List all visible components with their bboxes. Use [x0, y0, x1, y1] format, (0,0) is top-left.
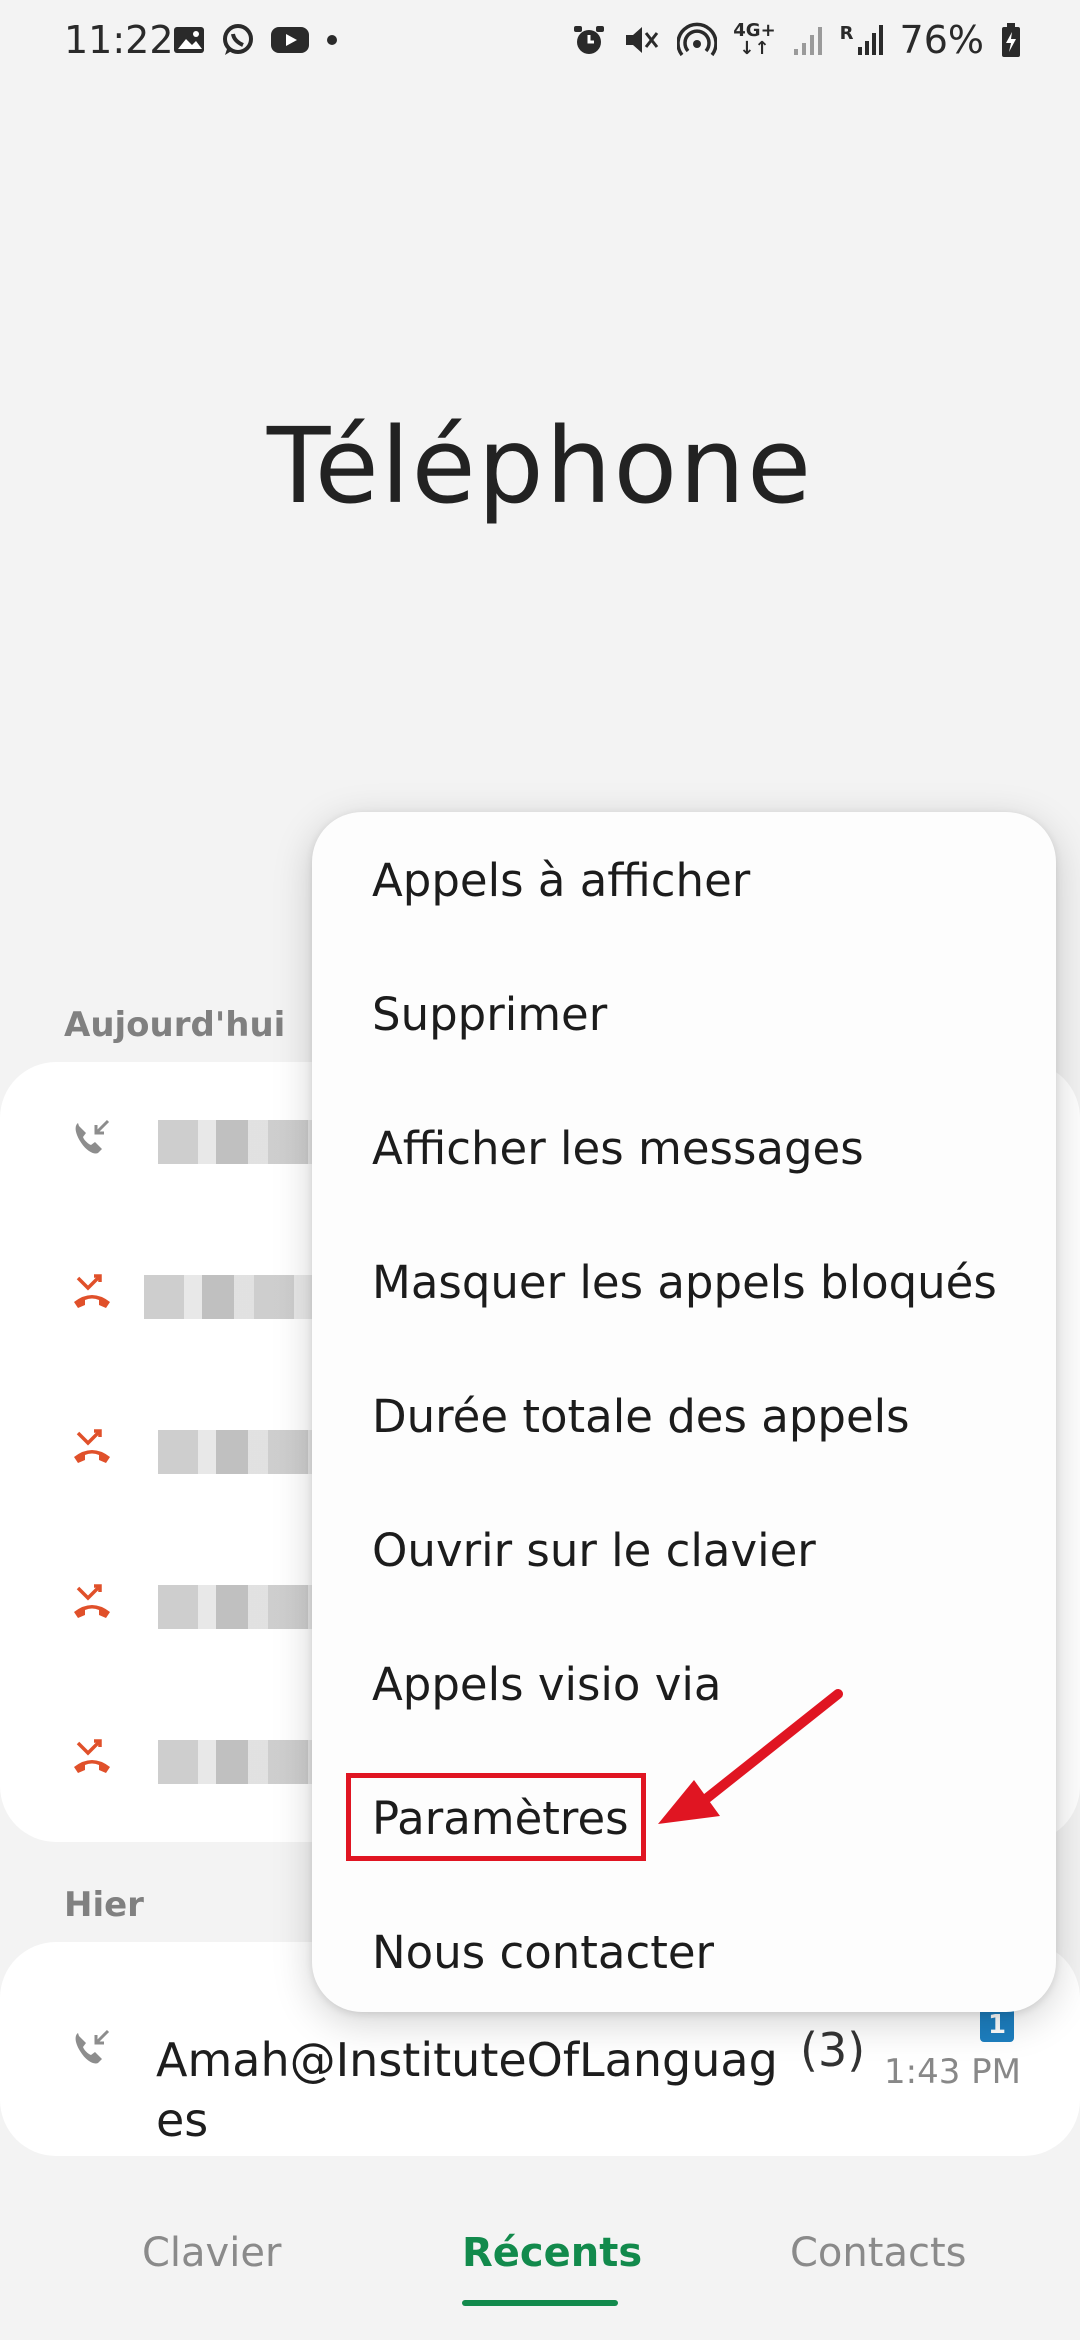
network-4g-icon: 4G+ ↓↑ [733, 20, 776, 59]
incoming-call-icon [75, 1119, 110, 1154]
contact-name: Amah@InstituteOfLanguag es [156, 2030, 796, 2150]
active-tab-indicator [462, 2300, 618, 2306]
tab-clavier[interactable]: Clavier [142, 2230, 281, 2276]
menu-item-appels-a-afficher[interactable]: Appels à afficher [372, 854, 750, 907]
red-arrow-icon [658, 1689, 843, 1824]
menu-item-supprimer[interactable]: Supprimer [372, 988, 607, 1041]
page-title: Téléphone [266, 405, 814, 527]
whatsapp-icon [223, 24, 253, 55]
menu-item-afficher-messages[interactable]: Afficher les messages [372, 1122, 864, 1175]
sim-badge: 1 [980, 2008, 1014, 2042]
section-label-yesterday: Hier [64, 1885, 144, 1925]
missed-call-icon [74, 1274, 110, 1308]
status-left-icons [172, 22, 340, 58]
highlight-box [346, 1773, 646, 1861]
battery-percent: 76% [899, 18, 984, 62]
call-time: 1:43 PM [884, 2052, 1021, 2092]
contact-name-line2: es [156, 2093, 209, 2147]
tab-recents[interactable]: Récents [462, 2230, 642, 2276]
missed-call-icon [74, 1584, 110, 1618]
missed-call-icon [74, 1739, 110, 1773]
signal-roaming-icon: R [840, 23, 884, 57]
network-label: 4G+ [733, 20, 776, 41]
dot-icon [327, 35, 337, 45]
menu-item-masquer-appels-bloques[interactable]: Masquer les appels bloqués [372, 1256, 997, 1309]
tab-contacts[interactable]: Contacts [790, 2230, 966, 2276]
call-count: (3) [800, 2023, 866, 2077]
missed-call-icon [74, 1429, 110, 1463]
menu-item-duree-totale[interactable]: Durée totale des appels [372, 1390, 910, 1443]
mute-icon [626, 27, 659, 53]
roaming-label: R [839, 23, 854, 44]
signal-icon [793, 27, 822, 55]
battery-icon [1002, 23, 1020, 57]
section-label-today: Aujourd'hui [64, 1005, 286, 1045]
status-right-icons: 4G+ ↓↑ R 76% [571, 18, 1022, 62]
menu-item-ouvrir-clavier[interactable]: Ouvrir sur le clavier [372, 1524, 816, 1577]
image-icon [174, 27, 204, 53]
menu-item-nous-contacter[interactable]: Nous contacter [372, 1926, 714, 1979]
status-time: 11:22 [64, 18, 174, 62]
youtube-icon [271, 27, 309, 53]
status-bar: 11:22 4G+ ↓↑ R 76% [0, 0, 1080, 84]
alarm-icon [574, 26, 605, 54]
incoming-call-icon [75, 2029, 110, 2064]
contact-name-line1: Amah@InstituteOfLanguag [156, 2033, 778, 2087]
hotspot-icon [677, 22, 718, 57]
